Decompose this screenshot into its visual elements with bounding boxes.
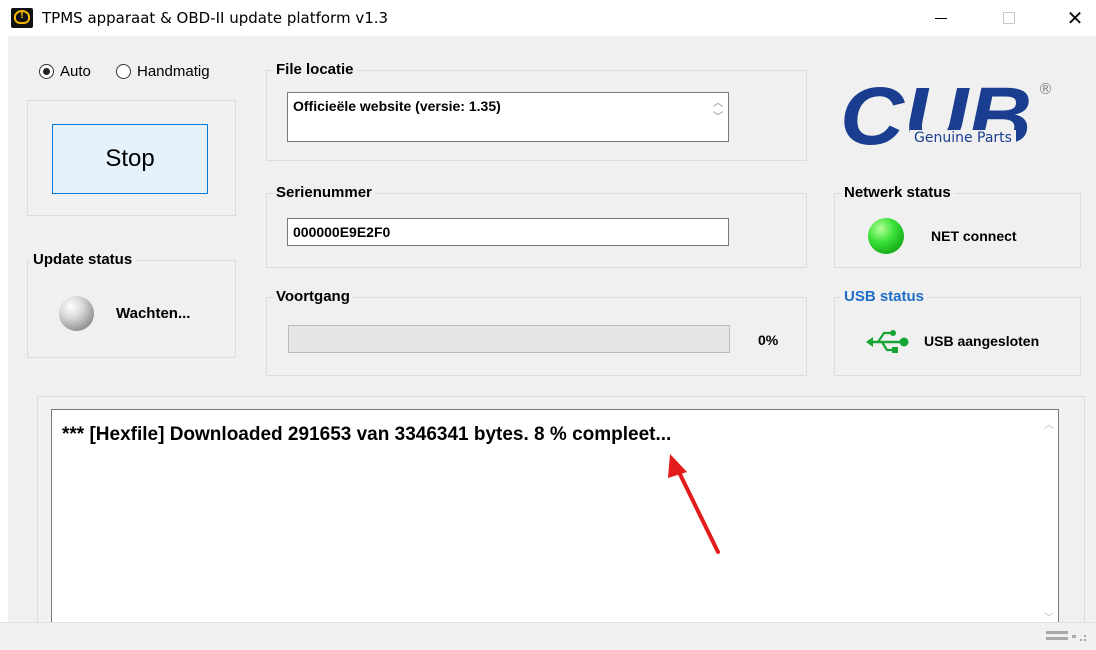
file-location-scrollbar[interactable]: ︿ ﹀: [712, 97, 724, 137]
radio-handmatig[interactable]: Handmatig: [116, 63, 210, 80]
logo-tagline: Genuine Parts: [910, 130, 1016, 146]
serial-value: 000000E9E2F0: [293, 224, 391, 240]
serial-field[interactable]: 000000E9E2F0: [287, 218, 729, 246]
title-bar: ! TPMS apparaat & OBD-II update platform…: [0, 0, 1096, 36]
radio-auto-label: Auto: [60, 63, 91, 80]
cub-logo-icon: CUB ®: [840, 71, 1053, 162]
scroll-up-icon: ︿: [1044, 420, 1054, 431]
update-status-title: Update status: [30, 251, 136, 268]
network-status-title: Netwerk status: [841, 184, 954, 201]
serial-title: Serienummer: [273, 184, 375, 201]
usb-status-title: USB status: [841, 288, 928, 305]
close-icon: ✕: [1066, 6, 1084, 30]
file-location-value: Officieële website (versie: 1.35): [293, 98, 501, 114]
scroll-up-icon: ︿: [713, 98, 723, 109]
network-status-indicator: [868, 218, 904, 254]
progress-title: Voortgang: [273, 288, 353, 305]
window-title: TPMS apparaat & OBD-II update platform v…: [42, 9, 389, 27]
usb-icon: [866, 330, 909, 353]
annotation-arrow-icon: [668, 454, 720, 554]
radio-auto[interactable]: Auto: [39, 63, 91, 80]
log-output[interactable]: *** [Hexfile] Downloaded 291653 van 3346…: [51, 409, 1059, 639]
progress-percent: 0%: [758, 332, 779, 348]
log-line: *** [Hexfile] Downloaded 291653 van 3346…: [62, 424, 672, 445]
radio-selected-icon: [39, 64, 54, 79]
tpms-warning-icon: !: [11, 8, 33, 28]
usb-status-text: USB aangesloten: [924, 333, 1040, 349]
svg-text:CUB: CUB: [840, 71, 1032, 160]
network-status-text: NET connect: [931, 228, 1017, 244]
radio-handmatig-label: Handmatig: [137, 63, 210, 80]
progress-bar: [288, 325, 730, 353]
update-status-indicator: [59, 296, 94, 331]
status-bar: [0, 622, 1096, 650]
close-button[interactable]: ✕: [1052, 0, 1096, 36]
file-location-title: File locatie: [273, 61, 357, 78]
resize-grip-icon[interactable]: [1046, 631, 1090, 645]
minimize-icon: [935, 17, 947, 19]
minimize-button[interactable]: [918, 0, 964, 36]
stop-button[interactable]: Stop: [52, 124, 208, 194]
scroll-down-icon: ﹀: [713, 112, 723, 123]
maximize-button[interactable]: [986, 0, 1032, 36]
log-scrollbar[interactable]: ︿ ﹀: [1040, 410, 1058, 638]
maximize-icon: [1003, 12, 1015, 24]
svg-text:®: ®: [1038, 80, 1053, 98]
file-location-field[interactable]: Officieële website (versie: 1.35) ︿ ﹀: [287, 92, 729, 142]
update-status-text: Wachten...: [116, 305, 191, 322]
cub-genuine-parts-logo: CUB ® Genuine Parts: [840, 70, 1080, 162]
radio-unselected-icon: [116, 64, 131, 79]
